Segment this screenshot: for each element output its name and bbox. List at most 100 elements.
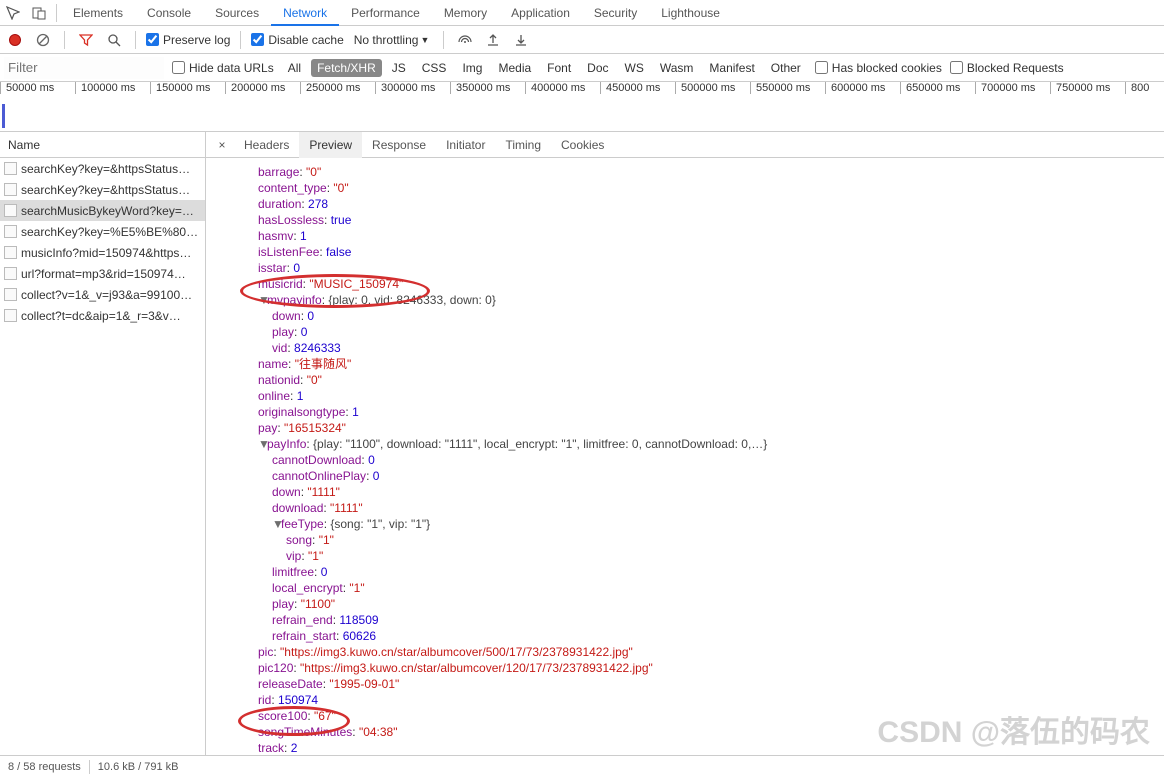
import-icon[interactable] bbox=[482, 29, 504, 51]
json-row[interactable]: releaseDate: "1995-09-01" bbox=[214, 676, 1156, 692]
clear-icon[interactable] bbox=[32, 29, 54, 51]
filter-icon[interactable] bbox=[75, 29, 97, 51]
rtab-timing[interactable]: Timing bbox=[495, 132, 551, 158]
json-row[interactable]: isstar: 0 bbox=[214, 260, 1156, 276]
request-row[interactable]: url?format=mp3&rid=150974… bbox=[0, 263, 205, 284]
json-row[interactable]: down: "1111" bbox=[214, 484, 1156, 500]
rtab-preview[interactable]: Preview bbox=[299, 132, 362, 158]
status-bar: 8 / 58 requests 10.6 kB / 791 kB bbox=[0, 755, 1164, 777]
column-name-header[interactable]: Name bbox=[0, 132, 205, 158]
blocked-requests-checkbox[interactable]: Blocked Requests bbox=[950, 61, 1064, 75]
search-icon[interactable] bbox=[103, 29, 125, 51]
devtools-tabbar: Elements Console Sources Network Perform… bbox=[0, 0, 1164, 26]
type-img[interactable]: Img bbox=[456, 59, 488, 77]
close-icon[interactable]: × bbox=[210, 138, 234, 152]
hide-data-urls-checkbox[interactable]: Hide data URLs bbox=[172, 61, 274, 75]
blocked-cookies-checkbox[interactable]: Has blocked cookies bbox=[815, 61, 942, 75]
json-row[interactable]: play: "1100" bbox=[214, 596, 1156, 612]
json-row[interactable]: hasmv: 1 bbox=[214, 228, 1156, 244]
type-css[interactable]: CSS bbox=[416, 59, 453, 77]
type-all[interactable]: All bbox=[282, 59, 307, 77]
json-row[interactable]: track: 2 bbox=[214, 740, 1156, 755]
separator bbox=[135, 31, 136, 49]
request-row[interactable]: collect?v=1&_v=j93&a=99100… bbox=[0, 284, 205, 305]
json-row[interactable]: nationid: "0" bbox=[214, 372, 1156, 388]
json-row[interactable]: refrain_start: 60626 bbox=[214, 628, 1156, 644]
json-row[interactable]: isListenFee: false bbox=[214, 244, 1156, 260]
json-row[interactable]: vid: 8246333 bbox=[214, 340, 1156, 356]
json-row[interactable]: hasLossless: true bbox=[214, 212, 1156, 228]
inspect-element-icon[interactable] bbox=[0, 0, 26, 26]
json-row[interactable]: musicrid: "MUSIC_150974" bbox=[214, 276, 1156, 292]
request-row[interactable]: searchKey?key=&httpsStatus… bbox=[0, 179, 205, 200]
type-ws[interactable]: WS bbox=[619, 59, 650, 77]
json-row[interactable]: down: 0 bbox=[214, 308, 1156, 324]
tab-network[interactable]: Network bbox=[271, 0, 339, 26]
json-row[interactable]: ▼mvpayinfo: {play: 0, vid: 8246333, down… bbox=[214, 292, 1156, 308]
json-row[interactable]: pic120: "https://img3.kuwo.cn/star/album… bbox=[214, 660, 1156, 676]
json-row[interactable]: cannotOnlinePlay: 0 bbox=[214, 468, 1156, 484]
tab-lighthouse[interactable]: Lighthouse bbox=[649, 0, 732, 26]
rtab-headers[interactable]: Headers bbox=[234, 132, 299, 158]
timeline-tick: 450000 ms bbox=[600, 82, 675, 131]
json-row[interactable]: score100: "67" bbox=[214, 708, 1156, 724]
type-other[interactable]: Other bbox=[765, 59, 807, 77]
json-row[interactable]: ▼feeType: {song: "1", vip: "1"} bbox=[214, 516, 1156, 532]
tab-elements[interactable]: Elements bbox=[61, 0, 135, 26]
type-doc[interactable]: Doc bbox=[581, 59, 614, 77]
tab-memory[interactable]: Memory bbox=[432, 0, 499, 26]
detail-tabs: × Headers Preview Response Initiator Tim… bbox=[206, 132, 1164, 158]
json-row[interactable]: local_encrypt: "1" bbox=[214, 580, 1156, 596]
disable-cache-checkbox[interactable]: Disable cache bbox=[251, 33, 343, 47]
json-row[interactable]: cannotDownload: 0 bbox=[214, 452, 1156, 468]
json-row[interactable]: limitfree: 0 bbox=[214, 564, 1156, 580]
rtab-cookies[interactable]: Cookies bbox=[551, 132, 614, 158]
type-js[interactable]: JS bbox=[386, 59, 412, 77]
json-row[interactable]: vip: "1" bbox=[214, 548, 1156, 564]
request-row[interactable]: collect?t=dc&aip=1&_r=3&v… bbox=[0, 305, 205, 326]
json-row[interactable]: duration: 278 bbox=[214, 196, 1156, 212]
filter-input[interactable] bbox=[4, 57, 164, 79]
preview-pane[interactable]: barrage: "0" content_type: "0" duration:… bbox=[206, 158, 1164, 755]
type-media[interactable]: Media bbox=[492, 59, 537, 77]
rtab-initiator[interactable]: Initiator bbox=[436, 132, 495, 158]
timeline-tick: 500000 ms bbox=[675, 82, 750, 131]
record-icon[interactable] bbox=[4, 29, 26, 51]
json-row[interactable]: pay: "16515324" bbox=[214, 420, 1156, 436]
rtab-response[interactable]: Response bbox=[362, 132, 436, 158]
json-row[interactable]: download: "1111" bbox=[214, 500, 1156, 516]
timeline-tick: 250000 ms bbox=[300, 82, 375, 131]
tab-application[interactable]: Application bbox=[499, 0, 582, 26]
json-row[interactable]: content_type: "0" bbox=[214, 180, 1156, 196]
timeline-tick: 550000 ms bbox=[750, 82, 825, 131]
tab-console[interactable]: Console bbox=[135, 0, 203, 26]
request-row[interactable]: searchKey?key=%E5%BE%80… bbox=[0, 221, 205, 242]
toggle-device-icon[interactable] bbox=[26, 0, 52, 26]
tab-security[interactable]: Security bbox=[582, 0, 649, 26]
json-row[interactable]: online: 1 bbox=[214, 388, 1156, 404]
type-manifest[interactable]: Manifest bbox=[703, 59, 760, 77]
type-fetch-xhr[interactable]: Fetch/XHR bbox=[311, 59, 382, 77]
tab-performance[interactable]: Performance bbox=[339, 0, 432, 26]
json-row[interactable]: ▼payInfo: {play: "1100", download: "1111… bbox=[214, 436, 1156, 452]
network-conditions-icon[interactable] bbox=[454, 29, 476, 51]
tab-sources[interactable]: Sources bbox=[203, 0, 271, 26]
request-row[interactable]: searchKey?key=&httpsStatus… bbox=[0, 158, 205, 179]
export-icon[interactable] bbox=[510, 29, 532, 51]
json-row[interactable]: originalsongtype: 1 bbox=[214, 404, 1156, 420]
preserve-log-checkbox[interactable]: Preserve log bbox=[146, 33, 230, 47]
json-row[interactable]: play: 0 bbox=[214, 324, 1156, 340]
type-font[interactable]: Font bbox=[541, 59, 577, 77]
request-row[interactable]: searchMusicBykeyWord?key=… bbox=[0, 200, 205, 221]
json-row[interactable]: rid: 150974 bbox=[214, 692, 1156, 708]
json-row[interactable]: refrain_end: 118509 bbox=[214, 612, 1156, 628]
json-row[interactable]: song: "1" bbox=[214, 532, 1156, 548]
timeline[interactable]: 50000 ms 100000 ms 150000 ms 200000 ms 2… bbox=[0, 82, 1164, 132]
json-row[interactable]: barrage: "0" bbox=[214, 164, 1156, 180]
type-wasm[interactable]: Wasm bbox=[654, 59, 700, 77]
json-row[interactable]: songTimeMinutes: "04:38" bbox=[214, 724, 1156, 740]
json-row[interactable]: name: "往事随风" bbox=[214, 356, 1156, 372]
json-row[interactable]: pic: "https://img3.kuwo.cn/star/albumcov… bbox=[214, 644, 1156, 660]
request-row[interactable]: musicInfo?mid=150974&https… bbox=[0, 242, 205, 263]
throttling-select[interactable]: No throttling ▼ bbox=[350, 33, 434, 47]
